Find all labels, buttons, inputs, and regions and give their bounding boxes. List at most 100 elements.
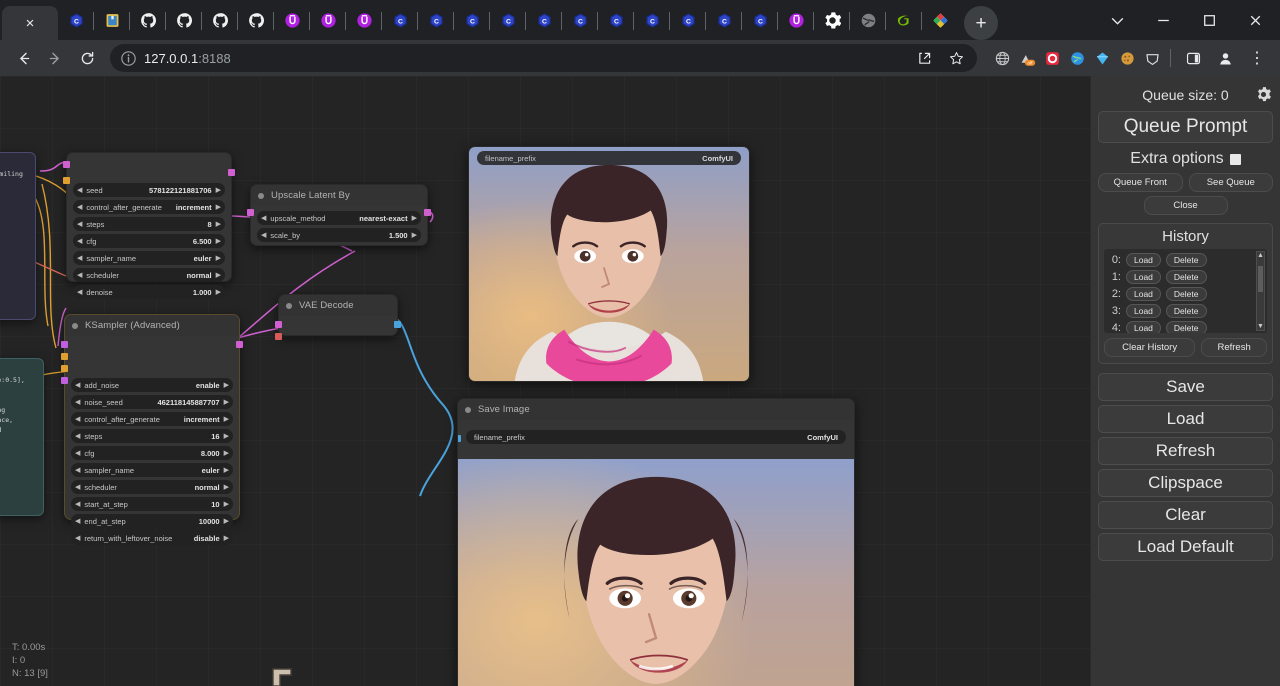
browser-tab-3[interactable] xyxy=(166,3,202,37)
widget-seed[interactable]: ◀seed578122121881706▶ xyxy=(73,183,225,197)
history-delete-button[interactable]: Delete xyxy=(1166,270,1207,284)
widget-decrement-icon[interactable]: ◀ xyxy=(75,467,80,474)
widget-decrement-icon[interactable]: ◀ xyxy=(75,399,80,406)
widget-decrement-icon[interactable]: ◀ xyxy=(77,272,82,279)
browser-tab-1[interactable] xyxy=(94,3,130,37)
close-icon[interactable]: × xyxy=(22,15,38,31)
refresh-button[interactable]: Refresh xyxy=(1098,437,1273,465)
collapse-icon[interactable] xyxy=(286,303,292,309)
widget-scale_by[interactable]: ◀scale_by1.500▶ xyxy=(257,228,421,242)
node-vae-decode[interactable]: VAE Decode xyxy=(278,294,398,336)
node-preview-image[interactable]: filename_prefix ComfyUI xyxy=(468,146,750,382)
history-load-button[interactable]: Load xyxy=(1126,270,1161,284)
widget-decrement-icon[interactable]: ◀ xyxy=(75,450,80,457)
widget-increment-icon[interactable]: ▶ xyxy=(224,416,229,423)
browser-tab-14[interactable]: C xyxy=(562,3,598,37)
widget-decrement-icon[interactable]: ◀ xyxy=(77,255,82,262)
widget-end_at_step[interactable]: ◀end_at_step10000▶ xyxy=(71,514,233,528)
widget-increment-icon[interactable]: ▶ xyxy=(224,382,229,389)
widget-increment-icon[interactable]: ▶ xyxy=(216,238,221,245)
share-icon[interactable] xyxy=(909,44,939,72)
clear-history-button[interactable]: Clear History xyxy=(1104,338,1195,357)
widget-steps[interactable]: ◀steps8▶ xyxy=(73,217,225,231)
browser-tab-23[interactable] xyxy=(886,3,922,37)
browser-tab-12[interactable]: C xyxy=(490,3,526,37)
node-upscale-latent-by[interactable]: Upscale Latent By ◀upscale_methodnearest… xyxy=(250,184,428,246)
widget-start_at_step[interactable]: ◀start_at_step10▶ xyxy=(71,497,233,511)
off-badge-icon[interactable]: off xyxy=(1016,47,1038,69)
widget-decrement-icon[interactable]: ◀ xyxy=(75,433,80,440)
node-input-port[interactable] xyxy=(61,365,68,372)
new-tab-button[interactable]: + xyxy=(964,6,998,40)
queue-front-button[interactable]: Queue Front xyxy=(1098,173,1183,192)
widget-control_after_generate[interactable]: ◀control_after_generateincrement▶ xyxy=(73,200,225,214)
node-output-port[interactable] xyxy=(228,169,235,176)
widget-increment-icon[interactable]: ▶ xyxy=(224,399,229,406)
widget-increment-icon[interactable]: ▶ xyxy=(224,467,229,474)
minimize-button[interactable] xyxy=(1140,3,1186,37)
forward-button[interactable] xyxy=(40,44,70,72)
scroll-up-icon[interactable]: ▲ xyxy=(1257,252,1264,259)
widget-increment-icon[interactable]: ▶ xyxy=(412,215,417,222)
browser-tab-20[interactable] xyxy=(778,3,814,37)
history-scrollbar[interactable]: ▲ ▼ xyxy=(1256,251,1265,331)
widget-decrement-icon[interactable]: ◀ xyxy=(75,484,80,491)
filename-prefix-widget[interactable]: filename_prefix ComfyUI xyxy=(466,430,846,444)
widget-decrement-icon[interactable]: ◀ xyxy=(77,238,82,245)
widget-decrement-icon[interactable]: ◀ xyxy=(77,187,82,194)
widget-add_noise[interactable]: ◀add_noiseenable▶ xyxy=(71,378,233,392)
earth-blue-icon[interactable] xyxy=(1066,47,1088,69)
widget-denoise[interactable]: ◀denoise1.000▶ xyxy=(73,285,225,299)
node-input-port[interactable] xyxy=(275,321,282,328)
clear-button[interactable]: Clear xyxy=(1098,501,1273,529)
browser-tab-0[interactable]: C xyxy=(58,3,94,37)
widget-decrement-icon[interactable]: ◀ xyxy=(75,382,80,389)
node-input-port[interactable] xyxy=(61,353,68,360)
node-input-port[interactable] xyxy=(275,333,282,340)
globe-icon[interactable] xyxy=(991,47,1013,69)
widget-cfg[interactable]: ◀cfg8.000▶ xyxy=(71,446,233,460)
browser-tab-13[interactable]: C xyxy=(526,3,562,37)
see-queue-button[interactable]: See Queue xyxy=(1189,173,1274,192)
widget-increment-icon[interactable]: ▶ xyxy=(412,232,417,239)
browser-tab-9[interactable]: C xyxy=(382,3,418,37)
node-positive-prompt[interactable]: smiling ills, , soft , RAW, urred h the … xyxy=(0,152,36,320)
widget-decrement-icon[interactable]: ◀ xyxy=(75,535,80,542)
history-delete-button[interactable]: Delete xyxy=(1166,304,1207,318)
widget-increment-icon[interactable]: ▶ xyxy=(224,501,229,508)
node-ksampler-basic[interactable]: ◀seed578122121881706▶ ◀control_after_gene… xyxy=(66,152,232,282)
widget-scheduler[interactable]: ◀schedulernormal▶ xyxy=(71,480,233,494)
history-load-button[interactable]: Load xyxy=(1126,287,1161,301)
widget-increment-icon[interactable]: ▶ xyxy=(216,255,221,262)
widget-increment-icon[interactable]: ▶ xyxy=(216,187,221,194)
widget-decrement-icon[interactable]: ◀ xyxy=(77,204,82,211)
widget-noise_seed[interactable]: ◀noise_seed462118145887707▶ xyxy=(71,395,233,409)
widget-increment-icon[interactable]: ▶ xyxy=(224,433,229,440)
load-default-button[interactable]: Load Default xyxy=(1098,533,1273,561)
save-button[interactable]: Save xyxy=(1098,373,1273,401)
browser-tab-2[interactable] xyxy=(130,3,166,37)
preview-filename-prefix-widget[interactable]: filename_prefix ComfyUI xyxy=(477,151,741,165)
widget-decrement-icon[interactable]: ◀ xyxy=(75,518,80,525)
widget-increment-icon[interactable]: ▶ xyxy=(216,272,221,279)
pocket-icon[interactable] xyxy=(1141,47,1163,69)
browser-tab-17[interactable]: C xyxy=(670,3,706,37)
node-ksampler-advanced[interactable]: KSampler (Advanced) ◀add_noiseenable▶◀no… xyxy=(64,314,240,520)
close-window-button[interactable] xyxy=(1232,3,1278,37)
browser-tab-4[interactable] xyxy=(202,3,238,37)
clipspace-button[interactable]: Clipspace xyxy=(1098,469,1273,497)
back-button[interactable] xyxy=(8,44,38,72)
widget-increment-icon[interactable]: ▶ xyxy=(216,221,221,228)
o-red-icon[interactable] xyxy=(1041,47,1063,69)
side-panel-icon[interactable] xyxy=(1178,44,1208,72)
scroll-down-icon[interactable]: ▼ xyxy=(1257,323,1264,330)
site-info-icon[interactable] xyxy=(118,48,138,68)
history-delete-button[interactable]: Delete xyxy=(1166,287,1207,301)
widget-increment-icon[interactable]: ▶ xyxy=(224,518,229,525)
history-list[interactable]: 0:LoadDelete1:LoadDelete2:LoadDelete3:Lo… xyxy=(1104,249,1267,333)
widget-upscale_method[interactable]: ◀upscale_methodnearest-exact▶ xyxy=(257,211,421,225)
widget-scheduler[interactable]: ◀schedulernormal▶ xyxy=(73,268,225,282)
widget-sampler_name[interactable]: ◀sampler_nameeuler▶ xyxy=(73,251,225,265)
diamond-blue-icon[interactable] xyxy=(1091,47,1113,69)
widget-cfg[interactable]: ◀cfg6.500▶ xyxy=(73,234,225,248)
